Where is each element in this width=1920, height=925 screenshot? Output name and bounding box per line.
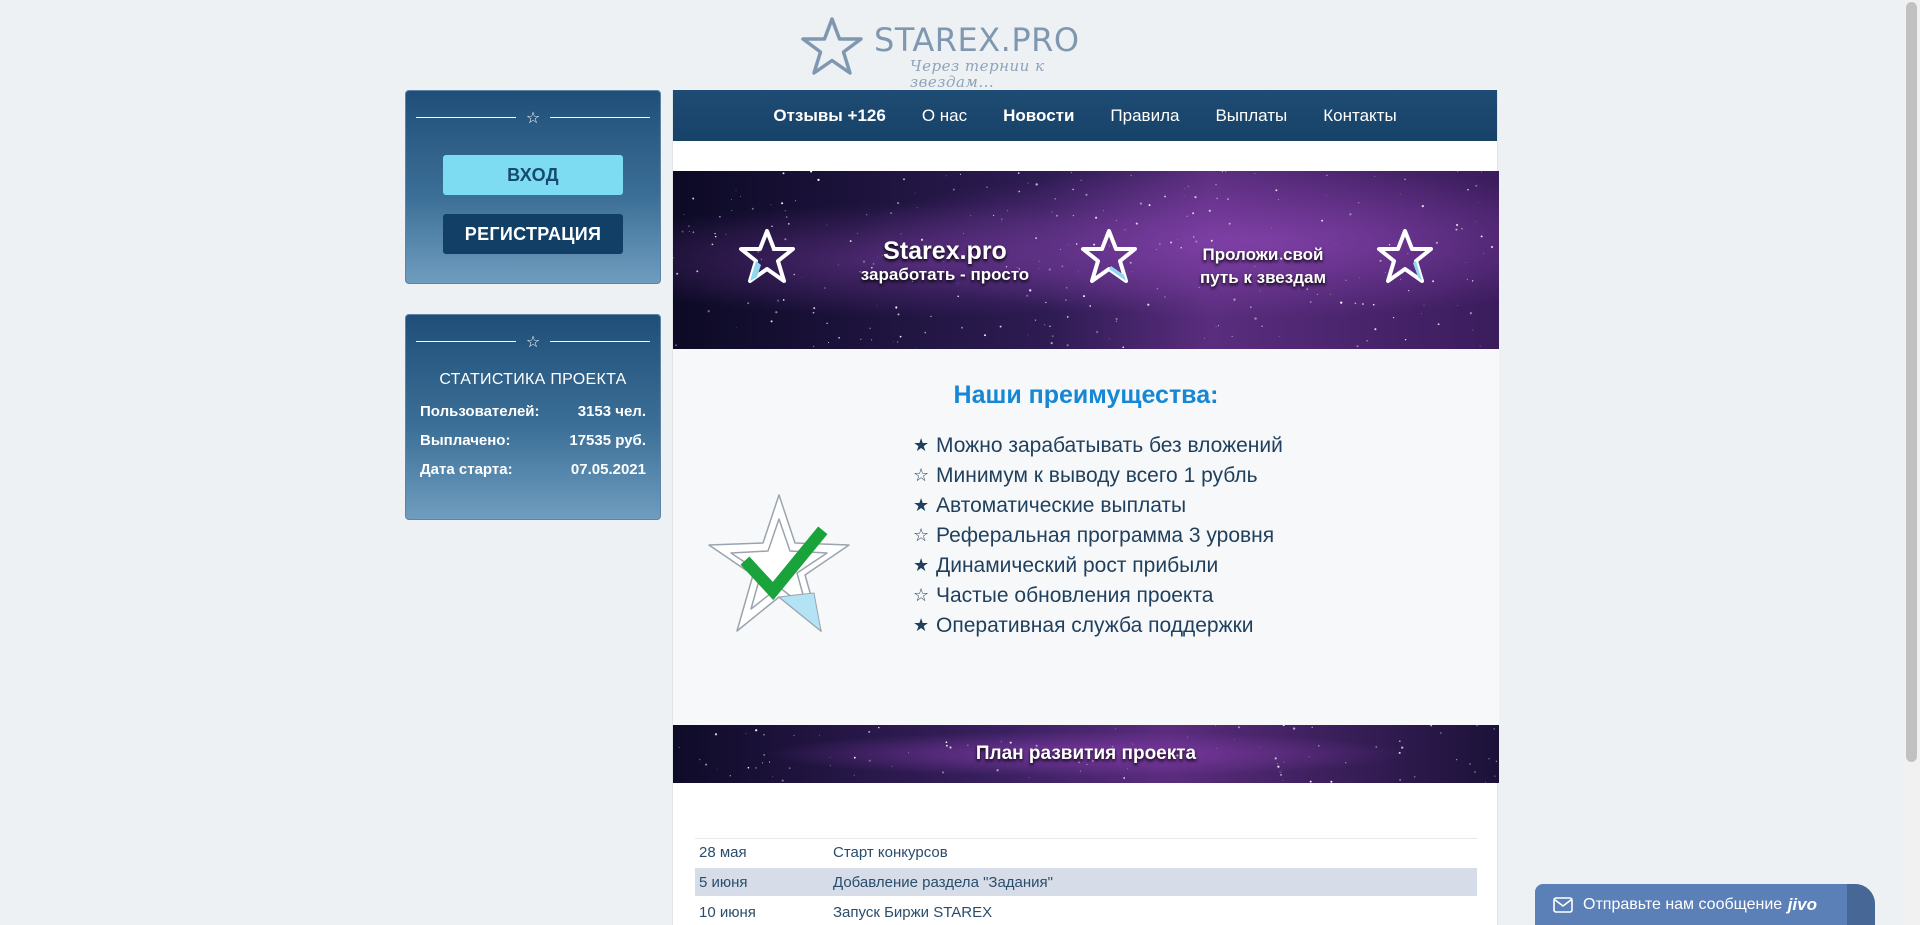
advantage-text: Оперативная служба поддержки — [936, 614, 1254, 637]
banner-brand: Starex.pro заработать - просто — [845, 237, 1045, 285]
plan-text: Добавление раздела "Задания" — [829, 868, 1477, 896]
advantages-section: Наши преимущества: ★ Можно зарабатывать б… — [673, 349, 1499, 725]
list-item: ☆ Частые обновления проекта — [913, 581, 1283, 611]
list-item: ★ Автоматические выплаты — [913, 491, 1283, 521]
advantage-text: Можно зарабатывать без вложений — [936, 434, 1283, 457]
hero-banner: Starex.pro заработать - просто Проложи с… — [673, 171, 1499, 349]
chat-widget-button[interactable]: Отправьте нам сообщение jivo — [1535, 884, 1875, 925]
advantage-text: Минимум к выводу всего 1 рубль — [936, 464, 1258, 487]
logo-subtitle: Через тернии к звездам... — [910, 57, 1045, 91]
advantage-text: Частые обновления проекта — [936, 584, 1214, 607]
stats-row-paid: Выплачено: 17535 руб. — [420, 432, 646, 452]
star-filled-icon: ★ — [913, 555, 930, 576]
nav-about[interactable]: О нас — [922, 106, 967, 126]
star-filled-icon: ★ — [913, 615, 930, 636]
chat-corner — [1847, 884, 1875, 925]
banner-slogan-line: путь к звездам — [1199, 268, 1327, 287]
plan-date: 10 июня — [699, 903, 756, 921]
list-item: ★ Можно зарабатывать без вложений — [913, 431, 1283, 461]
advantages-title: Наши преимущества: — [953, 381, 1219, 409]
plan-date: 5 июня — [695, 868, 829, 896]
auth-panel: ☆ ВХОД РЕГИСТРАЦИЯ — [405, 90, 661, 284]
star-icon — [739, 229, 795, 283]
table-row: 5 июня Добавление раздела "Задания" — [695, 868, 1477, 896]
star-filled-icon: ★ — [913, 495, 930, 516]
main-content: Отзывы +126 О нас Новости Правила Выплат… — [672, 90, 1499, 925]
site-logo[interactable]: STAREX.PRO Через тернии к звездам... — [800, 16, 1120, 90]
stats-label: Выплачено: — [420, 432, 511, 449]
stats-label: Пользователей: — [420, 403, 540, 420]
star-checkmark-icon — [708, 494, 850, 633]
list-item: ☆ Минимум к выводу всего 1 рубль — [913, 461, 1283, 491]
stats-title: СТАТИСТИКА ПРОЕКТА — [439, 371, 627, 388]
table-row: 10 июня Запуск Биржи STAREX — [695, 898, 1477, 925]
star-outline-icon: ☆ — [525, 107, 541, 127]
star-icon — [1377, 229, 1433, 283]
chat-brand: jivo — [1787, 894, 1817, 914]
envelope-icon — [1553, 896, 1573, 913]
stats-value: 3153 чел. — [577, 403, 646, 420]
stats-label: Дата старта: — [420, 461, 513, 478]
star-filled-icon: ★ — [913, 435, 930, 456]
plan-table: 28 мая Старт конкурсов 5 июня Добавление… — [695, 836, 1477, 925]
nav-reviews[interactable]: Отзывы +126 — [773, 106, 886, 126]
star-logo-icon — [801, 17, 863, 75]
nav-rules[interactable]: Правила — [1110, 106, 1179, 126]
page-scrollbar[interactable] — [1903, 0, 1920, 925]
stats-row-users: Пользователей: 3153 чел. — [420, 403, 646, 423]
banner-slogan: Проложи свой путь к звездам — [1183, 243, 1343, 289]
list-item: ★ Оперативная служба поддержки — [913, 611, 1283, 641]
nav-news[interactable]: Новости — [1003, 106, 1074, 126]
star-outline-icon: ☆ — [913, 465, 930, 486]
nav-payouts[interactable]: Выплаты — [1215, 106, 1287, 126]
plan-date: 28 мая — [695, 838, 829, 866]
list-item: ☆ Реферальная программа 3 уровня — [913, 521, 1283, 551]
banner-subtitle: заработать - просто — [860, 265, 1030, 284]
nav-contacts[interactable]: Контакты — [1323, 106, 1396, 126]
plan-text: Старт конкурсов — [829, 838, 1477, 866]
stats-row-start-date: Дата старта: 07.05.2021 — [420, 461, 646, 481]
star-outline-icon: ☆ — [913, 525, 930, 546]
plan-banner: План развития проекта — [673, 725, 1499, 783]
banner-slogan-line: Проложи свой — [1202, 245, 1324, 264]
divider: ☆ — [416, 107, 650, 127]
stats-value: 17535 руб. — [569, 432, 646, 449]
star-outline-icon: ☆ — [525, 331, 541, 351]
chat-label: Отправьте нам сообщение — [1583, 895, 1783, 913]
advantage-text: Реферальная программа 3 уровня — [936, 524, 1275, 547]
table-row: 28 мая Старт конкурсов — [695, 838, 1477, 866]
logo-title: STAREX.PRO — [874, 21, 1080, 59]
star-outline-icon: ☆ — [913, 585, 930, 606]
plan-text: Запуск Биржи STAREX — [833, 903, 993, 921]
divider: ☆ — [416, 331, 650, 351]
stats-panel: ☆ СТАТИСТИКА ПРОЕКТА Пользователей: 3153… — [405, 314, 661, 520]
main-nav: Отзывы +126 О нас Новости Правила Выплат… — [673, 90, 1497, 141]
register-button[interactable]: РЕГИСТРАЦИЯ — [443, 214, 623, 254]
star-icon — [1081, 229, 1137, 283]
login-button[interactable]: ВХОД — [443, 155, 623, 195]
advantage-text: Динамический рост прибыли — [936, 554, 1219, 577]
list-item: ★ Динамический рост прибыли — [913, 551, 1283, 581]
plan-title: План развития проекта — [975, 743, 1197, 764]
banner-title: Starex.pro — [883, 237, 1007, 265]
scrollbar-thumb[interactable] — [1906, 2, 1917, 762]
advantages-list: ★ Можно зарабатывать без вложений ☆ Миниму… — [913, 431, 1283, 641]
advantage-text: Автоматические выплаты — [936, 494, 1187, 517]
stats-value: 07.05.2021 — [570, 461, 646, 478]
